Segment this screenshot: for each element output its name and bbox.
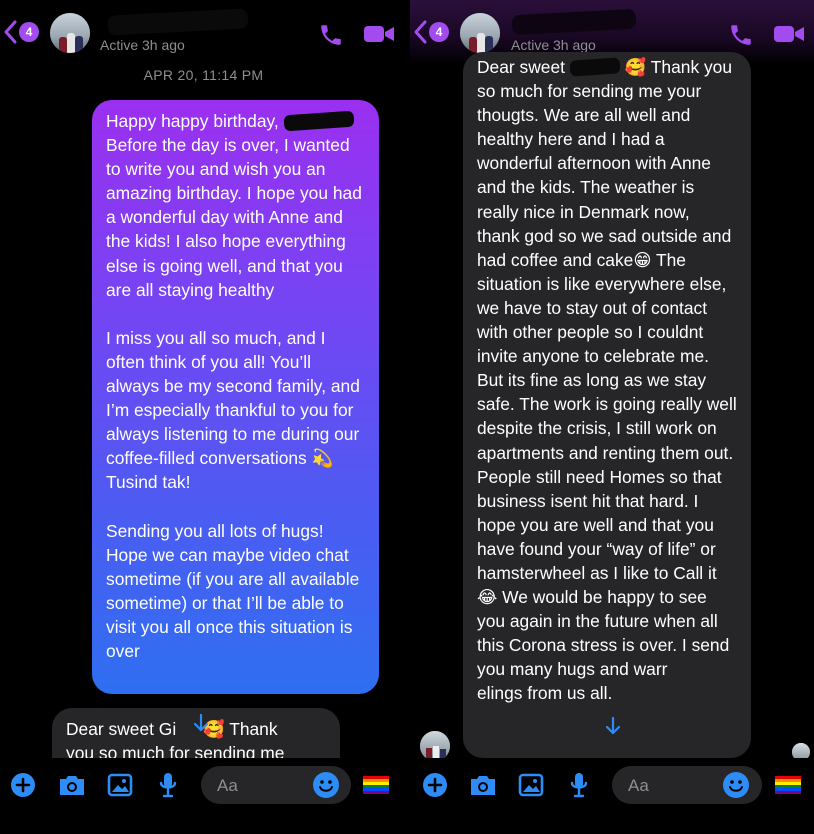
plus-circle-icon[interactable] — [10, 772, 36, 798]
video-camera-icon[interactable] — [773, 22, 805, 46]
smiley-icon[interactable] — [313, 772, 339, 798]
unread-count-badge-right: 4 — [429, 22, 449, 42]
microphone-icon[interactable] — [158, 771, 178, 799]
message-input-right[interactable]: Aa — [612, 766, 762, 804]
contact-avatar-right[interactable] — [460, 13, 500, 53]
scroll-to-bottom-button[interactable] — [186, 708, 216, 738]
unread-count-badge: 4 — [19, 22, 39, 42]
sent-paragraph-2: I miss you all so much, and I often thin… — [106, 327, 365, 493]
contact-avatar[interactable] — [50, 13, 90, 53]
phone-icon[interactable] — [318, 22, 344, 48]
message-composer-right: Aa — [410, 758, 814, 834]
microphone-icon[interactable] — [569, 771, 589, 799]
back-button-right[interactable]: 4 — [414, 20, 449, 44]
phone-icon[interactable] — [728, 22, 754, 48]
name-redacted — [569, 57, 621, 77]
right-conversation-screen: 4 Active 3h ago Dear sweet 🥰 Thank you s… — [410, 0, 814, 834]
video-camera-icon[interactable] — [363, 22, 395, 46]
scroll-to-bottom-button-right[interactable] — [598, 711, 628, 741]
sent-paragraph-3: Sending you all lots of hugs! Hope we ca… — [106, 520, 365, 662]
received-message-bubble[interactable]: Dear sweet 🥰 Thank you so much for sendi… — [463, 52, 751, 758]
active-status-right: Active 3h ago — [511, 37, 596, 53]
sent-paragraph-1: Happy happy birthday, Before the day is … — [106, 110, 362, 300]
message-input[interactable]: Aa — [201, 766, 351, 804]
camera-icon[interactable] — [468, 773, 498, 797]
active-status: Active 3h ago — [100, 37, 185, 53]
arrow-down-icon — [193, 713, 209, 732]
image-icon[interactable] — [518, 772, 544, 798]
image-icon[interactable] — [107, 772, 133, 798]
rainbow-flag-icon[interactable] — [363, 776, 389, 794]
date-divider: APR 20, 11:14 PM — [143, 67, 264, 83]
conversation-header: 4 Active 3h ago — [0, 0, 407, 66]
arrow-down-icon — [605, 716, 621, 735]
message-input-placeholder: Aa — [217, 776, 238, 795]
received-message-text: Dear sweet 🥰 Thank you so much for sendi… — [477, 57, 742, 704]
back-button[interactable]: 4 — [4, 20, 39, 44]
message-composer: Aa — [0, 758, 407, 834]
sent-message-bubble[interactable]: Happy happy birthday, Before the day is … — [92, 100, 379, 694]
chevron-left-icon — [4, 20, 17, 44]
rainbow-flag-icon[interactable] — [775, 776, 801, 794]
chevron-left-icon — [414, 20, 427, 44]
left-conversation-screen: 4 Active 3h ago APR 20, 11:14 PM Happy h… — [0, 0, 407, 834]
contact-name-redacted-right — [511, 8, 637, 36]
contact-name-redacted — [107, 8, 249, 36]
plus-circle-icon[interactable] — [422, 772, 448, 798]
camera-icon[interactable] — [57, 773, 87, 797]
name-redacted — [283, 110, 355, 132]
message-input-placeholder-right: Aa — [628, 776, 649, 795]
smiley-icon[interactable] — [723, 772, 749, 798]
sender-avatar[interactable] — [420, 731, 450, 761]
